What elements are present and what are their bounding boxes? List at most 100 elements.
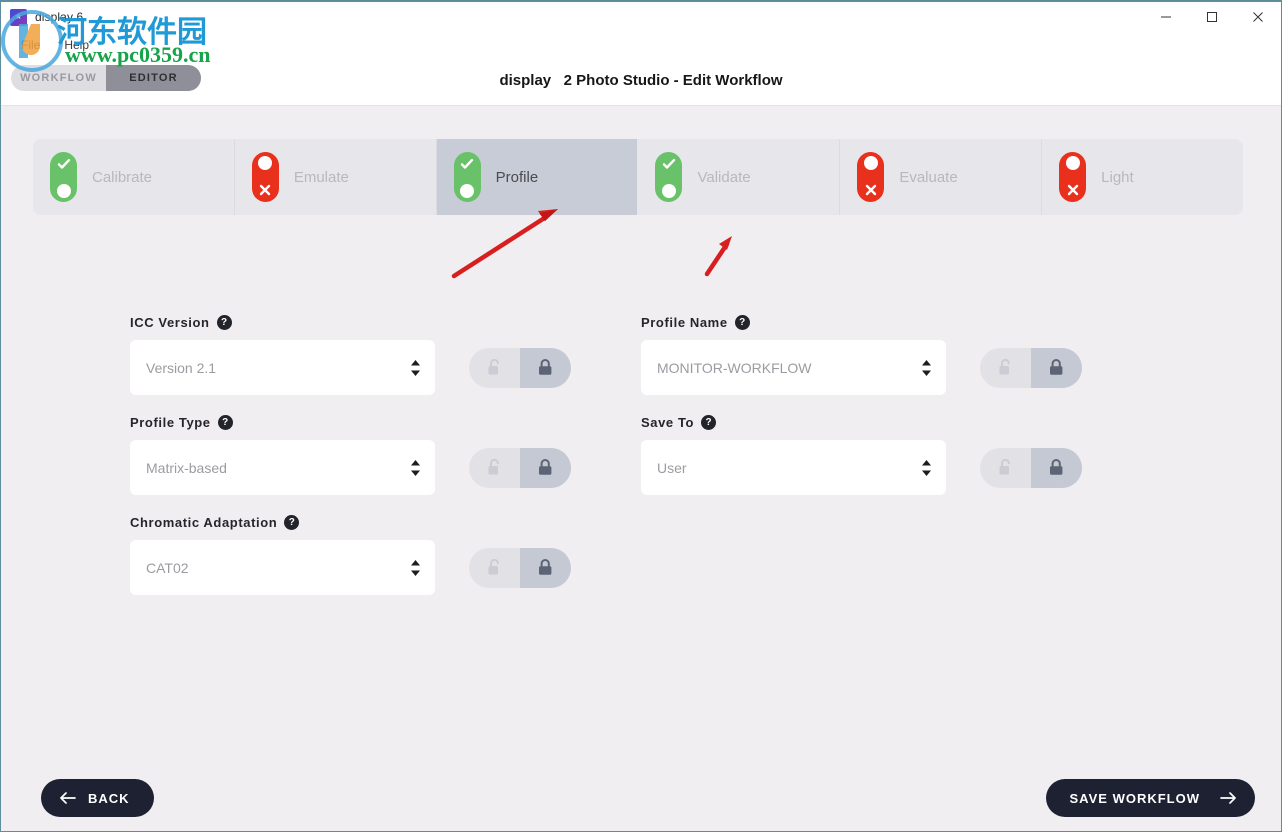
select-value: MONITOR-WORKFLOW — [657, 359, 812, 376]
chromatic-adaptation-select[interactable]: CAT02 — [130, 540, 435, 595]
toggle-knob — [56, 184, 71, 198]
status-toggle-on-icon[interactable] — [655, 152, 683, 202]
spinner-arrows-icon[interactable] — [410, 459, 421, 476]
help-icon[interactable]: ? — [217, 415, 233, 430]
profile-name-select[interactable]: MONITOR-WORKFLOW — [641, 340, 946, 395]
profile-type-lock-toggle[interactable] — [469, 447, 571, 488]
step-emulate[interactable]: Emulate — [233, 139, 436, 215]
profile-type-select[interactable]: Matrix-based — [130, 440, 435, 495]
lock-icon — [539, 358, 552, 375]
status-toggle-on-icon[interactable] — [453, 152, 481, 202]
icc-version-lock-toggle[interactable] — [469, 347, 571, 388]
field-profile-name: Profile Name ? MONITOR-WORKFLOW — [641, 314, 1082, 395]
spinner-arrows-icon[interactable] — [921, 459, 932, 476]
unlock-option[interactable] — [980, 348, 1031, 388]
maximize-icon[interactable] — [1189, 2, 1235, 32]
unlock-option[interactable] — [469, 548, 520, 588]
help-icon[interactable]: ? — [701, 415, 717, 430]
unlock-option[interactable] — [469, 348, 520, 388]
header-bar: WORKFLOW EDITOR display 2 Photo Studio -… — [1, 58, 1281, 106]
lock-option[interactable] — [520, 347, 571, 388]
field-label-text: Save To — [641, 415, 695, 430]
field-chromatic-adaptation: Chromatic Adaptation ? CAT02 — [130, 514, 571, 595]
lock-option[interactable] — [520, 547, 571, 588]
select-value: CAT02 — [146, 559, 189, 576]
unlock-icon — [488, 558, 499, 574]
field-label: ICC Version ? — [130, 314, 571, 331]
save-workflow-label: SAVE WORKFLOW — [1069, 790, 1200, 806]
spinner-arrows-icon[interactable] — [921, 359, 932, 376]
spinner-arrows-icon[interactable] — [410, 359, 421, 376]
form-column-right: Profile Name ? MONITOR-WORKFLOW Save To … — [641, 314, 1082, 514]
unlock-option[interactable] — [469, 448, 520, 488]
spinner-arrows-icon[interactable] — [410, 559, 421, 576]
field-label: Save To ? — [641, 414, 1082, 431]
unlock-icon — [488, 358, 499, 374]
field-label-text: Profile Name — [641, 315, 728, 330]
step-validate[interactable]: Validate — [637, 139, 839, 215]
page-title-brand: display — [499, 72, 552, 89]
save-workflow-button[interactable]: SAVE WORKFLOW — [1045, 779, 1255, 817]
select-value: User — [657, 459, 687, 476]
chromatic-adaptation-lock-toggle[interactable] — [469, 547, 571, 588]
arrow-right-icon — [1220, 792, 1236, 804]
field-label-text: Chromatic Adaptation — [130, 515, 278, 530]
select-value: Version 2.1 — [146, 359, 217, 376]
title-bar: display 6 — [1, 2, 1281, 32]
toggle-knob — [863, 156, 878, 170]
window-controls — [1143, 2, 1281, 32]
page-title-rest: 2 Photo Studio - Edit Workflow — [563, 72, 783, 89]
toggle-knob — [661, 184, 676, 198]
status-toggle-off-icon[interactable] — [1059, 152, 1087, 202]
step-evaluate[interactable]: Evaluate — [839, 139, 1041, 215]
check-icon — [460, 158, 474, 169]
toggle-knob — [258, 156, 273, 170]
field-icc-version: ICC Version ? Version 2.1 — [130, 314, 571, 395]
unlock-icon — [999, 358, 1010, 374]
icc-version-select[interactable]: Version 2.1 — [130, 340, 435, 395]
profile-name-lock-toggle[interactable] — [980, 347, 1082, 388]
field-row: User — [641, 440, 1082, 495]
help-icon[interactable]: ? — [734, 315, 750, 330]
save-to-select[interactable]: User — [641, 440, 946, 495]
menu-item-file[interactable]: File — [9, 35, 52, 55]
lock-icon — [539, 558, 552, 575]
status-toggle-off-icon[interactable] — [251, 152, 279, 202]
unlock-option[interactable] — [980, 448, 1031, 488]
field-label-text: Profile Type — [130, 415, 211, 430]
help-icon[interactable]: ? — [216, 315, 232, 330]
menu-bar: File Help — [1, 32, 1281, 58]
step-label: Light — [1101, 168, 1134, 186]
unlock-icon — [488, 458, 499, 474]
save-to-lock-toggle[interactable] — [980, 447, 1082, 488]
cross-icon — [260, 184, 271, 196]
window-title: display 6 — [35, 10, 84, 24]
menu-item-help[interactable]: Help — [52, 35, 101, 55]
status-toggle-off-icon[interactable] — [857, 152, 885, 202]
status-toggle-on-icon[interactable] — [50, 152, 77, 202]
lock-option[interactable] — [1031, 447, 1082, 488]
close-icon[interactable] — [1235, 2, 1281, 32]
lock-icon — [539, 458, 552, 475]
minimize-icon[interactable] — [1143, 2, 1189, 32]
lock-icon — [1050, 458, 1063, 475]
workflow-step-bar: Calibrate Emulate Profile Validate Evalu… — [33, 139, 1243, 215]
app-icon — [10, 8, 27, 26]
cross-icon — [865, 184, 877, 196]
page-title: display 2 Photo Studio - Edit Workflow — [1, 72, 1281, 89]
step-profile[interactable]: Profile — [435, 139, 638, 215]
back-button[interactable]: BACK — [41, 779, 154, 817]
lock-icon — [1050, 358, 1063, 375]
step-label: Profile — [495, 168, 539, 186]
step-light[interactable]: Light — [1041, 139, 1243, 215]
field-row: MONITOR-WORKFLOW — [641, 340, 1082, 395]
field-profile-type: Profile Type ? Matrix-based — [130, 414, 571, 495]
field-label-text: ICC Version — [130, 315, 210, 330]
toggle-knob — [460, 184, 475, 198]
lock-option[interactable] — [1031, 347, 1082, 388]
step-calibrate[interactable]: Calibrate — [33, 139, 234, 215]
lock-option[interactable] — [520, 447, 571, 488]
help-icon[interactable]: ? — [284, 515, 300, 530]
check-icon — [662, 158, 676, 169]
step-label: Emulate — [293, 168, 349, 186]
